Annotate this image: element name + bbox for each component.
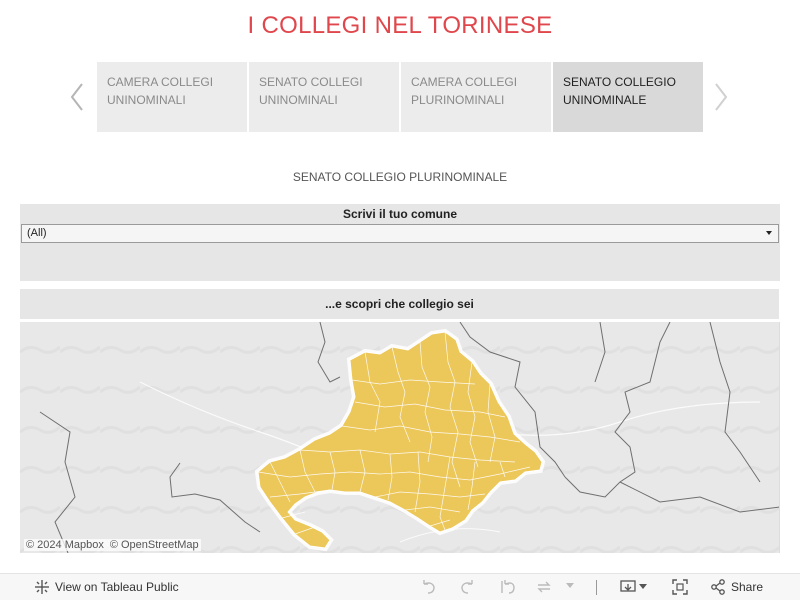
story-tab-label-line2: UNINOMINALI <box>107 93 186 107</box>
share-label: Share <box>731 580 764 594</box>
view-on-tableau-label: View on Tableau Public <box>55 580 179 594</box>
share-icon <box>711 579 725 595</box>
view-on-tableau-public-link[interactable]: View on Tableau Public <box>34 579 179 595</box>
story-tab-senato-uninominali[interactable]: SENATO COLLEGI UNINOMINALI <box>249 62 399 132</box>
story-tab-camera-uninominali[interactable]: CAMERA COLLEGI UNINOMINALI <box>97 62 247 132</box>
previous-story-point-button[interactable] <box>68 82 88 112</box>
undo-button[interactable] <box>420 579 436 595</box>
refresh-icon <box>537 581 551 593</box>
tableau-logo-icon <box>35 580 49 594</box>
map-attribution: © 2024 Mapbox © OpenStreetMap <box>24 539 201 551</box>
story-tab-label-line1: CAMERA COLLEGI <box>411 75 518 89</box>
page-title: I COLLEGI NEL TORINESE <box>247 12 553 39</box>
chevron-right-icon <box>715 83 728 111</box>
caret-down-icon <box>566 583 574 588</box>
dropdown-caret-icon <box>766 231 772 235</box>
redo-button[interactable] <box>460 579 476 595</box>
download-button[interactable] <box>620 579 647 595</box>
map-header: ...e scopri che collegio sei <box>20 289 779 319</box>
story-tab-camera-plurinominali[interactable]: CAMERA COLLEGI PLURINOMINALI <box>401 62 551 132</box>
map-canvas <box>20 322 779 553</box>
story-tab-label-line1: CAMERA COLLEGI <box>107 75 214 89</box>
tableau-story-page: I COLLEGI NEL TORINESE CAMERA COLLEGI UN… <box>0 0 800 600</box>
mapbox-attribution-link[interactable]: © 2024 Mapbox <box>26 539 104 551</box>
story-tab-label-line2: UNINOMINALI <box>259 93 338 107</box>
map-view[interactable]: © 2024 Mapbox © OpenStreetMap <box>20 322 780 553</box>
filter-selected-value: (All) <box>27 227 47 239</box>
fullscreen-icon <box>672 579 688 595</box>
revert-button[interactable] <box>500 579 516 595</box>
refresh-options-dropdown[interactable] <box>566 583 574 589</box>
section-subtitle: SENATO COLLEGIO PLURINOMINALE <box>292 170 508 184</box>
story-tab-label-line1: SENATO COLLEGIO <box>563 75 676 89</box>
story-tab-label-line2: PLURINOMINALI <box>411 93 505 107</box>
undo-icon <box>423 580 435 594</box>
next-story-point-button[interactable] <box>710 82 730 112</box>
story-tab-label-line1: SENATO COLLEGI <box>259 75 363 89</box>
share-button[interactable]: Share <box>710 579 763 595</box>
fullscreen-button[interactable] <box>672 579 688 595</box>
openstreetmap-attribution-link[interactable]: © OpenStreetMap <box>110 539 199 551</box>
comune-filter-panel: Scrivi il tuo comune (All) <box>20 204 780 281</box>
caret-down-icon <box>639 584 647 589</box>
story-tab-senato-uninominale[interactable]: SENATO COLLEGIO UNINOMINALE <box>553 62 703 132</box>
story-points-bar: CAMERA COLLEGI UNINOMINALI SENATO COLLEG… <box>97 62 705 132</box>
revert-icon <box>501 580 515 594</box>
toolbar-divider <box>596 580 597 595</box>
filter-label: Scrivi il tuo comune <box>342 207 458 221</box>
refresh-button[interactable] <box>536 579 552 595</box>
comune-filter-dropdown[interactable]: (All) <box>21 224 779 243</box>
download-icon <box>620 580 636 592</box>
redo-icon <box>461 580 473 594</box>
story-tab-label-line2: UNINOMINALE <box>563 93 647 107</box>
tableau-toolbar: View on Tableau Public Share <box>0 573 800 600</box>
chevron-left-icon <box>70 83 83 111</box>
